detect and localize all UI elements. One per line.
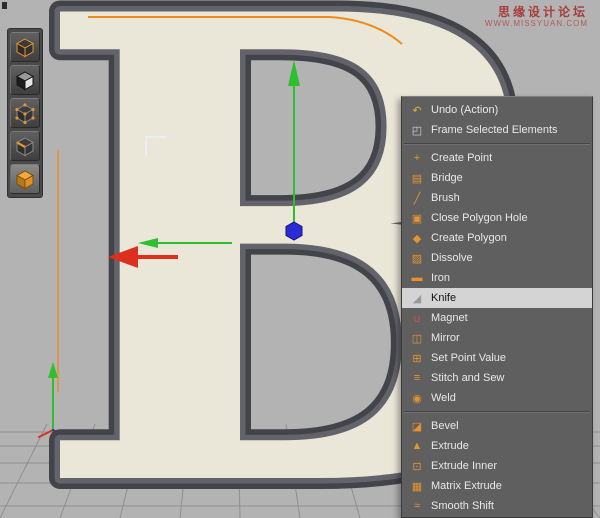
menu-item-label: Frame Selected Elements [431, 124, 584, 136]
matrix-extrude-icon: ▦ [410, 480, 424, 493]
mode-tool-model-mode[interactable] [10, 32, 40, 62]
menu-item-label: Set Point Value [431, 352, 584, 364]
menu-item-mirror[interactable]: ◫ Mirror [402, 328, 592, 348]
mode-tool-points-mode[interactable] [10, 98, 40, 128]
menu-item-label: Create Polygon [431, 232, 584, 244]
watermark-title: 思缘设计论坛 [485, 5, 588, 19]
menu-item-label: Matrix Extrude [431, 480, 584, 492]
menu-item-label: Smooth Shift [431, 500, 584, 512]
menu-item-bridge[interactable]: ▤ Bridge [402, 168, 592, 188]
menu-item-weld[interactable]: ◉ Weld [402, 388, 592, 408]
menu-item-extrude[interactable]: ▲ Extrude [402, 436, 592, 456]
extrude-icon: ▲ [410, 440, 424, 452]
viewport-corner-mark [2, 2, 7, 9]
mode-tool-edges-mode[interactable] [10, 131, 40, 161]
menu-item-label: Knife [431, 292, 584, 304]
context-menu: ↶ Undo (Action) ◰ Frame Selected Elements + C… [401, 96, 593, 518]
menu-item-extrude-inner[interactable]: ⊡ Extrude Inner [402, 456, 592, 476]
menu-item-create-polygon[interactable]: ◆ Create Polygon [402, 228, 592, 248]
watermark-url: WWW.MISSYUAN.COM [485, 19, 588, 29]
menu-item-matrix-extrude[interactable]: ▦ Matrix Extrude [402, 476, 592, 496]
edges-mode-cube-icon [14, 135, 36, 158]
mode-toolbar [7, 28, 43, 198]
points-mode-cube-icon [14, 102, 36, 125]
model-mode-cube-icon [14, 36, 36, 59]
extrude-inner-icon: ⊡ [410, 460, 424, 473]
menu-item-label: Dissolve [431, 252, 584, 264]
texture-mode-cube-icon [14, 69, 36, 92]
menu-item-label: Magnet [431, 312, 584, 324]
menu-item-iron[interactable]: ▬ Iron [402, 268, 592, 288]
mode-tool-texture-mode[interactable] [10, 65, 40, 95]
menu-item-bevel[interactable]: ◪ Bevel [402, 416, 592, 436]
brush-icon: ╱ [410, 192, 424, 205]
menu-item-label: Extrude Inner [431, 460, 584, 472]
menu-item-frame-selected-elements[interactable]: ◰ Frame Selected Elements [402, 120, 592, 140]
create-point-icon: + [410, 152, 424, 164]
menu-item-label: Brush [431, 192, 584, 204]
menu-item-knife[interactable]: ◢ Knife [402, 288, 592, 308]
menu-item-stitch-and-sew[interactable]: ≡ Stitch and Sew [402, 368, 592, 388]
dissolve-icon: ▨ [410, 252, 424, 265]
menu-item-label: Bridge [431, 172, 584, 184]
frame-selected-icon: ◰ [410, 124, 424, 137]
menu-item-label: Extrude [431, 440, 584, 452]
menu-item-label: Weld [431, 392, 584, 404]
menu-item-magnet[interactable]: ∪ Magnet [402, 308, 592, 328]
smooth-shift-icon: ≈ [410, 500, 424, 512]
bridge-icon: ▤ [410, 172, 424, 185]
viewport[interactable]: B B B 思缘设计论坛 WWW.MISSYUAN.COM [0, 0, 600, 518]
weld-icon: ◉ [410, 392, 424, 405]
mirror-icon: ◫ [410, 332, 424, 345]
menu-item-create-point[interactable]: + Create Point [402, 148, 592, 168]
menu-item-label: Stitch and Sew [431, 372, 584, 384]
set-point-value-icon: ⊞ [410, 352, 424, 365]
menu-item-label: Create Point [431, 152, 584, 164]
menu-item-label: Close Polygon Hole [431, 212, 584, 224]
menu-item-close-polygon-hole[interactable]: ▣ Close Polygon Hole [402, 208, 592, 228]
menu-item-brush[interactable]: ╱ Brush [402, 188, 592, 208]
create-polygon-icon: ◆ [410, 232, 424, 245]
menu-item-dissolve[interactable]: ▨ Dissolve [402, 248, 592, 268]
watermark: 思缘设计论坛 WWW.MISSYUAN.COM [485, 5, 588, 29]
menu-separator [404, 411, 590, 413]
gizmo-center-handle[interactable] [286, 222, 302, 240]
knife-icon: ◢ [410, 292, 424, 305]
mode-tool-polygons-mode[interactable] [10, 164, 40, 194]
menu-item-undo-action[interactable]: ↶ Undo (Action) [402, 100, 592, 120]
menu-separator [404, 143, 590, 145]
bevel-icon: ◪ [410, 420, 424, 433]
menu-item-label: Mirror [431, 332, 584, 344]
menu-item-label: Bevel [431, 420, 584, 432]
menu-item-label: Iron [431, 272, 584, 284]
magnet-icon: ∪ [410, 312, 424, 325]
close-polygon-hole-icon: ▣ [410, 212, 424, 225]
polygons-mode-cube-icon [14, 168, 36, 191]
menu-item-smooth-shift[interactable]: ≈ Smooth Shift [402, 496, 592, 516]
menu-item-set-point-value[interactable]: ⊞ Set Point Value [402, 348, 592, 368]
stitch-and-sew-icon: ≡ [410, 372, 424, 384]
iron-icon: ▬ [410, 272, 424, 284]
menu-item-label: Undo (Action) [431, 104, 584, 116]
undo-icon: ↶ [410, 104, 424, 117]
